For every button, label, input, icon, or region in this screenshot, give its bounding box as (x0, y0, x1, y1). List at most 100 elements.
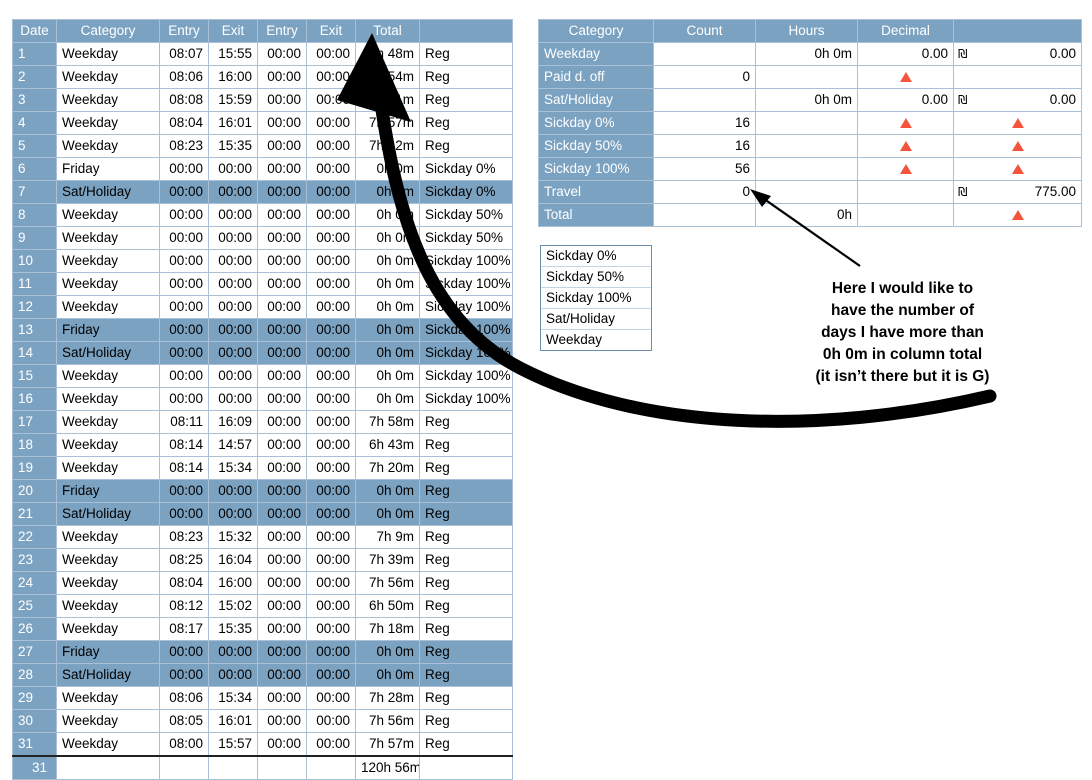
cell-exit-1[interactable]: 15:55 (208, 42, 258, 66)
cell-category[interactable]: Sat/Holiday (56, 663, 160, 687)
cell-note[interactable]: Reg (419, 709, 513, 733)
cell-entry-2[interactable]: 00:00 (257, 180, 307, 204)
cell-total[interactable]: 6h 43m (355, 433, 420, 457)
cell-exit-2[interactable]: 00:00 (306, 709, 356, 733)
cell-note[interactable]: Reg (419, 502, 513, 526)
summary-cell-decimal[interactable] (857, 134, 954, 158)
cell-entry-1[interactable]: 00:00 (159, 226, 209, 250)
cell-exit-1[interactable]: 00:00 (208, 318, 258, 342)
summary-cell-hours[interactable] (755, 180, 858, 204)
cell-note[interactable]: Sickday 100% (419, 272, 513, 296)
cell-date[interactable]: 1 (12, 42, 57, 66)
table-row[interactable]: 19 Weekday 08:14 15:34 00:00 00:00 7h 20m Reg (12, 456, 513, 480)
table-row[interactable]: 14 Sat/Holiday 00:00 00:00 00:00 00:00 0h 0m Si… (12, 341, 513, 365)
cell-entry-2[interactable]: 00:00 (257, 479, 307, 503)
cell-entry-2[interactable]: 00:00 (257, 548, 307, 572)
cell-exit-1[interactable]: 15:34 (208, 686, 258, 710)
cell-exit-2[interactable]: 00:00 (306, 640, 356, 664)
cell-note[interactable]: Reg (419, 617, 513, 641)
cell-total[interactable]: 7h 28m (355, 686, 420, 710)
cell-exit-2[interactable]: 00:00 (306, 134, 356, 158)
cell-total[interactable]: 7h 56m (355, 571, 420, 595)
cell-entry-2[interactable]: 00:00 (257, 134, 307, 158)
summary-row[interactable]: Paid d. off 0 (538, 65, 1082, 89)
cell-total[interactable]: 0h 0m (355, 640, 420, 664)
cell-exit-1[interactable]: 16:01 (208, 111, 258, 135)
cell-entry-2[interactable]: 00:00 (257, 88, 307, 112)
cell-exit-1[interactable]: 00:00 (208, 640, 258, 664)
cell-exit-1[interactable]: 15:35 (208, 617, 258, 641)
summary-cell-hours[interactable] (755, 65, 858, 89)
cell-entry-2[interactable]: 00:00 (257, 640, 307, 664)
footer-cell-count[interactable]: 31 (12, 755, 57, 780)
summary-cell-count[interactable]: 0 (653, 65, 756, 89)
cell-entry-1[interactable]: 00:00 (159, 479, 209, 503)
cell-entry-2[interactable]: 00:00 (257, 111, 307, 135)
cell-note[interactable]: Reg (419, 410, 513, 434)
cell-entry-2[interactable]: 00:00 (257, 456, 307, 480)
cell-category[interactable]: Weekday (56, 709, 160, 733)
cell-exit-2[interactable]: 00:00 (306, 686, 356, 710)
cell-category[interactable]: Weekday (56, 134, 160, 158)
cell-date[interactable]: 27 (12, 640, 57, 664)
cell-entry-1[interactable]: 08:00 (159, 732, 209, 757)
summary-row[interactable]: Sickday 0% 16 (538, 111, 1082, 135)
cell-entry-2[interactable]: 00:00 (257, 525, 307, 549)
cell-exit-2[interactable]: 00:00 (306, 732, 356, 757)
cell-category[interactable]: Weekday (56, 387, 160, 411)
cell-date[interactable]: 10 (12, 249, 57, 273)
cell-exit-2[interactable]: 00:00 (306, 249, 356, 273)
summary-cell-hours[interactable]: 0h 0m (755, 88, 858, 112)
cell-exit-2[interactable]: 00:00 (306, 226, 356, 250)
cell-exit-2[interactable]: 00:00 (306, 502, 356, 526)
cell-category[interactable]: Weekday (56, 617, 160, 641)
cell-exit-1[interactable]: 16:01 (208, 709, 258, 733)
cell-exit-1[interactable]: 15:02 (208, 594, 258, 618)
cell-entry-1[interactable]: 00:00 (159, 157, 209, 181)
cell-entry-1[interactable]: 00:00 (159, 180, 209, 204)
cell-category[interactable]: Weekday (56, 571, 160, 595)
cell-date[interactable]: 2 (12, 65, 57, 89)
cell-entry-1[interactable]: 00:00 (159, 318, 209, 342)
cell-total[interactable]: 0h 0m (355, 341, 420, 365)
footer-cell-entry-2[interactable] (257, 755, 307, 780)
cell-entry-2[interactable]: 00:00 (257, 617, 307, 641)
cell-exit-1[interactable]: 16:00 (208, 571, 258, 595)
table-row[interactable]: 13 Friday 00:00 00:00 00:00 00:00 0h 0m Sickday… (12, 318, 513, 342)
cell-entry-2[interactable]: 00:00 (257, 502, 307, 526)
cell-entry-1[interactable]: 00:00 (159, 387, 209, 411)
cell-entry-2[interactable]: 00:00 (257, 249, 307, 273)
cell-entry-2[interactable]: 00:00 (257, 295, 307, 319)
footer-cell-note[interactable] (419, 755, 513, 780)
cell-exit-2[interactable]: 00:00 (306, 318, 356, 342)
cell-exit-2[interactable]: 00:00 (306, 65, 356, 89)
cell-entry-2[interactable]: 00:00 (257, 341, 307, 365)
cell-total[interactable]: 0h 0m (355, 203, 420, 227)
cell-entry-2[interactable]: 00:00 (257, 226, 307, 250)
cell-category[interactable]: Weekday (56, 65, 160, 89)
footer-cell-exit-2[interactable] (306, 755, 356, 780)
cell-note[interactable]: Reg (419, 594, 513, 618)
cell-date[interactable]: 28 (12, 663, 57, 687)
cell-exit-2[interactable]: 00:00 (306, 663, 356, 687)
cell-exit-1[interactable]: 15:32 (208, 525, 258, 549)
cell-exit-2[interactable]: 00:00 (306, 410, 356, 434)
table-row[interactable]: 25 Weekday 08:12 15:02 00:00 00:00 6h 50m Reg (12, 594, 513, 618)
cell-category[interactable]: Weekday (56, 594, 160, 618)
cell-date[interactable]: 11 (12, 272, 57, 296)
summary-cell-category[interactable]: Sickday 100% (538, 157, 654, 181)
column-header-entry-1[interactable]: Entry (159, 19, 209, 43)
cell-entry-2[interactable]: 00:00 (257, 663, 307, 687)
cell-category[interactable]: Sat/Holiday (56, 341, 160, 365)
footer-cell-entry-1[interactable] (159, 755, 209, 780)
dropdown-option[interactable]: Sickday 50% (541, 267, 651, 288)
cell-date[interactable]: 25 (12, 594, 57, 618)
cell-exit-2[interactable]: 00:00 (306, 594, 356, 618)
cell-note[interactable]: Reg (419, 111, 513, 135)
cell-exit-1[interactable]: 16:09 (208, 410, 258, 434)
summary-cell-hours[interactable] (755, 134, 858, 158)
table-row[interactable]: 4 Weekday 08:04 16:01 00:00 00:00 7h 57m Reg (12, 111, 513, 135)
cell-total[interactable]: 0h 0m (355, 295, 420, 319)
cell-exit-2[interactable]: 00:00 (306, 571, 356, 595)
cell-date[interactable]: 24 (12, 571, 57, 595)
